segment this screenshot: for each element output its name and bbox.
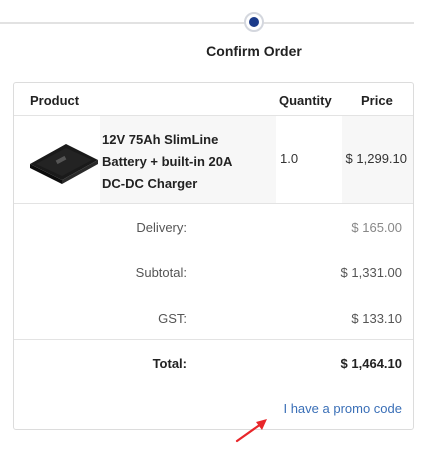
column-header-product: Product [30,93,80,108]
table-row: 12V 75Ah SlimLine Battery + built-in 20A… [14,116,413,203]
step-indicator-active [244,12,264,32]
delivery-label: Delivery: [136,220,187,235]
subtotal-value: $ 1,331.00 [340,265,402,280]
column-header-quantity: Quantity [279,93,332,108]
gst-label: GST: [158,311,187,326]
product-image-battery [30,144,98,184]
product-quantity: 1.0 [280,151,299,166]
subtotal-label: Subtotal: [135,265,187,280]
annotation-arrow-icon [235,419,267,443]
stepper-track [0,22,414,24]
column-header-price: Price [361,93,393,108]
total-value: $ 1,464.10 [340,356,402,371]
delivery-value: $ 165.00 [351,220,402,235]
promo-code-link[interactable]: I have a promo code [283,401,402,416]
gst-value: $ 133.10 [351,311,402,326]
product-name: 12V 75Ah SlimLine Battery + built-in 20A… [102,132,233,191]
product-divider [14,203,413,204]
step-label-confirm-order: Confirm Order [206,43,302,59]
total-label: Total: [152,356,187,371]
product-price: $ 1,299.10 [345,151,407,166]
order-summary-card: Product Quantity Price 12V 75Ah SlimLine… [13,82,414,430]
total-divider [14,339,413,340]
